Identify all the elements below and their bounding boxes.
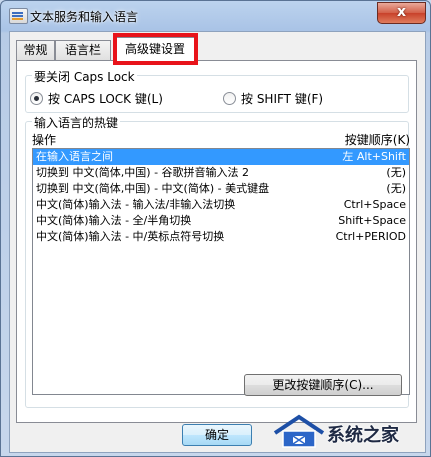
title-bar[interactable]: 文本服务和输入语言 x [1,1,431,31]
column-keys-header: 按键顺序(K) [344,133,410,147]
table-row[interactable]: 中文(简体)输入法 - 输入法/非输入法切换 Ctrl+Space [33,197,409,213]
table-row[interactable]: 中文(简体)输入法 - 中/英标点符号切换 Ctrl+PERIOD [33,229,409,245]
radio-shift-key[interactable]: 按 SHIFT 键(F) [223,91,323,107]
caps-lock-group: 要关闭 Caps Lock 按 CAPS LOCK 键(L) 按 SHIFT 键… [25,68,409,113]
tab-general[interactable]: 常规 [16,40,55,60]
hotkey-action-cell: 在输入语言之间 [36,150,113,163]
hotkey-action-cell: 切换到 中文(简体,中国) - 谷歌拼音输入法 2 [36,166,250,179]
tab-advanced-key-settings[interactable]: 高级键设置 [114,37,196,61]
radio-shift-label: 按 SHIFT 键(F) [241,92,324,106]
radio-caps-lock-key[interactable]: 按 CAPS LOCK 键(L) [30,91,163,107]
close-button[interactable]: x [377,2,426,24]
caps-lock-group-title: 要关闭 Caps Lock [32,68,137,85]
hotkeys-group-title: 输入语言的热键 [32,114,121,131]
hotkey-keys-cell: Ctrl+PERIOD [335,230,406,243]
window-title: 文本服务和输入语言 [30,10,139,24]
tab-panel-advanced: 要关闭 Caps Lock 按 CAPS LOCK 键(L) 按 SHIFT 键… [16,60,417,423]
tab-language-bar[interactable]: 语言栏 [55,40,111,60]
site-watermark: 系统之家 [269,411,429,451]
hotkey-list[interactable]: 在输入语言之间 左 Alt+Shift 切换到 中文(简体,中国) - 谷歌拼音输入… [32,148,410,395]
change-key-sequence-button[interactable]: 更改按键顺序(C)... [244,374,402,396]
hotkey-keys-cell: Shift+Space [338,214,406,227]
ok-button[interactable]: 确定 [182,424,252,446]
hotkey-action-cell: 中文(简体)输入法 - 输入法/非输入法切换 [36,198,236,211]
hotkeys-group: 输入语言的热键 操作 按键顺序(K) 在输入语言之间 左 Alt+Shift 切换到… [25,114,410,408]
dialog-client-area: 常规 语言栏 高级键设置 要关闭 Caps Lock 按 CAPS LOCK 键… [9,31,426,453]
hotkey-action-cell: 切换到 中文(简体,中国) - 中文(简体) - 美式键盘 [36,182,270,195]
column-action-header: 操作 [32,133,57,147]
radio-unchecked-icon[interactable] [223,92,236,105]
hotkey-list-header: 操作 按键顺序(K) [32,131,410,147]
table-row[interactable]: 在输入语言之间 左 Alt+Shift [33,149,409,165]
hotkey-keys-cell: 左 Alt+Shift [342,150,406,163]
table-row[interactable]: 中文(简体)输入法 - 全/半角切换 Shift+Space [33,213,409,229]
hotkey-action-cell: 中文(简体)输入法 - 中/英标点符号切换 [36,230,225,243]
radio-caps-lock-label: 按 CAPS LOCK 键(L) [48,92,163,106]
dialog-window: 文本服务和输入语言 x 常规 语言栏 高级键设置 要关闭 Caps Lock 按… [0,0,431,457]
hotkey-keys-cell: Ctrl+Space [343,198,406,211]
table-row[interactable]: 切换到 中文(简体,中国) - 谷歌拼音输入法 2 (无) [33,165,409,181]
hotkey-keys-cell: (无) [386,182,406,195]
watermark-text: 系统之家 [327,425,399,446]
house-logo-icon [273,414,325,448]
radio-checked-icon[interactable] [30,92,43,105]
hotkey-keys-cell: (无) [386,166,406,179]
keyboard-settings-icon [9,8,28,24]
hotkey-action-cell: 中文(简体)输入法 - 全/半角切换 [36,214,192,227]
table-row[interactable]: 切换到 中文(简体,中国) - 中文(简体) - 美式键盘 (无) [33,181,409,197]
